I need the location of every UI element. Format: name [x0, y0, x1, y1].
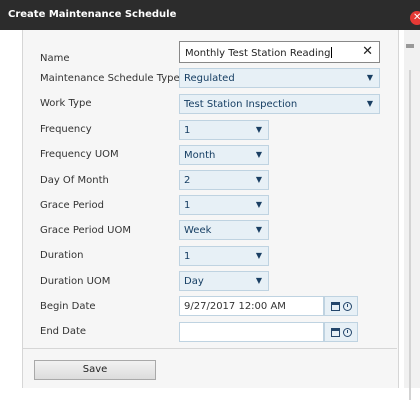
frequency-label: Frequency — [40, 124, 92, 135]
dialog-title: Create Maintenance Schedule — [8, 9, 177, 20]
grace-period-uom-label: Grace Period UOM — [40, 225, 131, 236]
chevron-down-icon: ▼ — [255, 225, 262, 234]
begin-date-input[interactable]: 9/27/2017 12:00 AM — [179, 296, 324, 316]
calendar-icon[interactable] — [331, 328, 340, 337]
duration-label: Duration — [40, 250, 84, 261]
work-type-select[interactable]: Test Station Inspection ▼ — [179, 94, 380, 114]
duration-select[interactable]: 1 ▼ — [179, 246, 269, 266]
duration-uom-label: Duration UOM — [40, 276, 111, 287]
chevron-down-icon: ▼ — [255, 276, 262, 285]
chevron-down-icon: ▼ — [366, 73, 373, 82]
name-input-value: Monthly Test Station Reading — [185, 48, 331, 59]
end-date-picker-button[interactable] — [324, 322, 358, 342]
frequency-select[interactable]: 1 ▼ — [179, 120, 269, 140]
begin-date-picker-button[interactable] — [324, 296, 358, 316]
work-type-label: Work Type — [40, 98, 92, 109]
schedule-type-label: Maintenance Schedule Type — [40, 73, 180, 84]
clear-icon[interactable]: ✕ — [362, 44, 373, 59]
begin-date-label: Begin Date — [40, 301, 96, 312]
chevron-down-icon: ▼ — [255, 251, 262, 260]
chevron-down-icon: ▼ — [255, 200, 262, 209]
save-button[interactable]: Save — [34, 360, 156, 380]
name-input[interactable]: Monthly Test Station Reading ✕ — [179, 41, 380, 63]
chevron-down-icon: ▼ — [255, 175, 262, 184]
close-icon[interactable]: ✕ — [410, 11, 420, 25]
grace-period-label: Grace Period — [40, 200, 104, 211]
grace-period-select[interactable]: 1 ▼ — [179, 195, 269, 215]
chevron-down-icon: ▼ — [366, 99, 373, 108]
scrollbar[interactable] — [404, 30, 420, 400]
frequency-uom-select[interactable]: Month ▼ — [179, 145, 269, 165]
clock-icon[interactable] — [343, 328, 352, 337]
day-of-month-select[interactable]: 2 ▼ — [179, 170, 269, 190]
chevron-down-icon: ▼ — [255, 125, 262, 134]
frequency-uom-label: Frequency UOM — [40, 149, 119, 160]
text-cursor — [331, 47, 333, 58]
grace-period-uom-select[interactable]: Week ▼ — [179, 220, 269, 240]
end-date-input[interactable] — [179, 322, 324, 342]
duration-uom-select[interactable]: Day ▼ — [179, 271, 269, 291]
dialog-title-bar: Create Maintenance Schedule ✕ — [0, 0, 420, 30]
calendar-icon[interactable] — [331, 302, 340, 311]
chevron-down-icon: ▼ — [255, 150, 262, 159]
divider — [22, 348, 397, 349]
name-label: Name — [40, 53, 70, 64]
end-date-label: End Date — [40, 326, 87, 337]
clock-icon[interactable] — [343, 302, 352, 311]
day-of-month-label: Day Of Month — [40, 175, 109, 186]
schedule-type-select[interactable]: Regulated ▼ — [179, 68, 380, 88]
